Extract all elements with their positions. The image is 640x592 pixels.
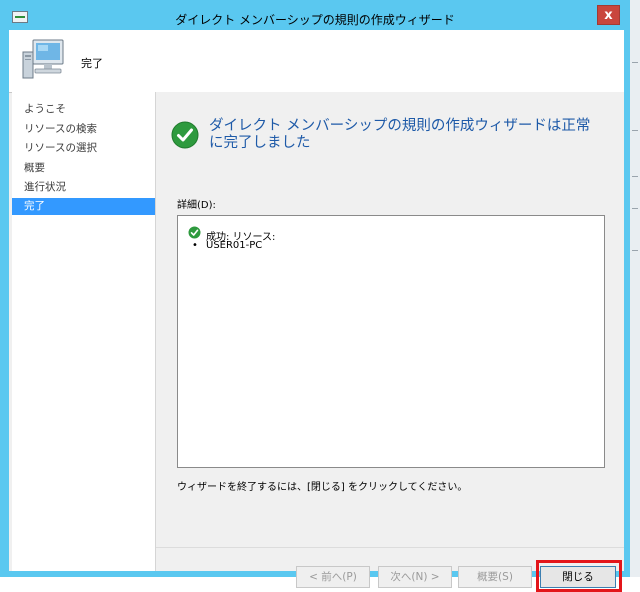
wizard-client-area: 完了 ようこそ リソースの検索 リソースの選択 概要 進行状況 完了 ダイレクト… xyxy=(9,30,624,592)
next-button[interactable]: 次へ(N) > xyxy=(378,566,452,588)
success-check-icon xyxy=(171,121,199,149)
step-search-resources[interactable]: リソースの検索 xyxy=(12,121,155,138)
wizard-header: 完了 xyxy=(9,30,624,93)
step-completion[interactable]: 完了 xyxy=(12,198,155,215)
completion-heading: ダイレクト メンバーシップの規則の作成ウィザードは正常に完了しました xyxy=(209,118,591,151)
details-resource-item: • USER01-PC xyxy=(192,240,262,251)
step-welcome[interactable]: ようこそ xyxy=(12,101,155,118)
step-summary[interactable]: 概要 xyxy=(12,160,155,177)
step-select-resources[interactable]: リソースの選択 xyxy=(12,140,155,157)
details-label: 詳細(D): xyxy=(177,200,216,211)
step-progress[interactable]: 進行状況 xyxy=(12,179,155,196)
finish-hint-text: ウィザードを終了するには、[閉じる] をクリックしてください。 xyxy=(177,482,468,493)
wizard-step-list: ようこそ リソースの検索 リソースの選択 概要 進行状況 完了 xyxy=(12,92,156,571)
background-app-edge xyxy=(630,0,640,577)
window-close-button[interactable]: x xyxy=(597,5,620,25)
summary-button[interactable]: 概要(S) xyxy=(458,566,532,588)
footer-separator xyxy=(156,547,624,548)
page-title: 完了 xyxy=(81,57,103,70)
wizard-content: ダイレクト メンバーシップの規則の作成ウィザードは正常に完了しました 詳細(D)… xyxy=(156,92,624,592)
close-button[interactable]: 閉じる xyxy=(540,566,616,588)
window-title: ダイレクト メンバーシップの規則の作成ウィザード xyxy=(175,13,455,27)
computer-icon xyxy=(22,39,64,79)
resource-name: USER01-PC xyxy=(206,240,263,251)
bullet-glyph: • xyxy=(192,240,198,251)
wizard-window: ダイレクト メンバーシップの規則の作成ウィザード x 完了 ようこそ リソースの… xyxy=(0,0,630,592)
success-small-icon xyxy=(188,226,201,239)
previous-button[interactable]: < 前へ(P) xyxy=(296,566,370,588)
details-textbox[interactable]: 成功: リソース: • USER01-PC xyxy=(177,215,605,468)
